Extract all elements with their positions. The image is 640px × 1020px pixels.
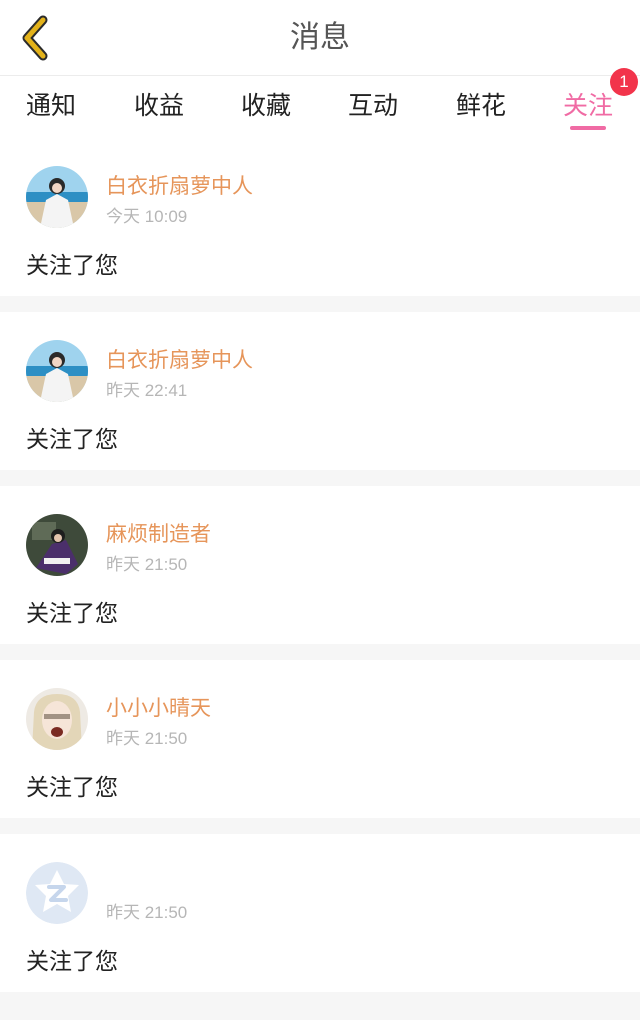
- timestamp: 昨天 21:50: [106, 729, 188, 748]
- tab-bar: 通知 收益 收藏 互动 鲜花 关注 1: [0, 68, 640, 138]
- user-name[interactable]: 麻烦制造者: [106, 518, 211, 548]
- timestamp: 今天 10:09: [106, 207, 188, 226]
- timestamp: 昨天 22:41: [106, 381, 188, 400]
- message-text: 关注了您: [26, 775, 118, 801]
- timestamp: 昨天 21:50: [106, 903, 188, 922]
- list-item[interactable]: 白衣折扇萝中人 今天 10:09 关注了您: [0, 138, 640, 296]
- unread-badge: 1: [610, 68, 638, 96]
- default-avatar-icon: [26, 862, 88, 924]
- tab-notifications[interactable]: 通知: [11, 86, 91, 122]
- tab-interactions[interactable]: 互动: [333, 86, 413, 122]
- list-item[interactable]: 昨天 21:50 关注了您: [0, 834, 640, 992]
- avatar[interactable]: [26, 688, 88, 750]
- user-name[interactable]: 白衣折扇萝中人: [106, 170, 253, 200]
- page-title: 消息: [290, 20, 350, 55]
- avatar[interactable]: [26, 514, 88, 576]
- timestamp: 昨天 21:50: [106, 555, 188, 574]
- top-bar: 消息: [0, 0, 640, 76]
- message-text: 关注了您: [26, 949, 118, 975]
- active-tab-indicator: [570, 126, 606, 130]
- message-text: 关注了您: [26, 253, 118, 279]
- list-item[interactable]: 白衣折扇萝中人 昨天 22:41 关注了您: [0, 312, 640, 470]
- tab-flowers[interactable]: 鲜花: [441, 86, 521, 122]
- tab-favorites[interactable]: 收藏: [226, 86, 306, 122]
- avatar[interactable]: [26, 862, 88, 924]
- tab-earnings[interactable]: 收益: [119, 86, 199, 122]
- message-text: 关注了您: [26, 601, 118, 627]
- list-item[interactable]: 麻烦制造者 昨天 21:50 关注了您: [0, 486, 640, 644]
- avatar[interactable]: [26, 340, 88, 402]
- list-item[interactable]: 小小小晴天 昨天 21:50 关注了您: [0, 660, 640, 818]
- user-name[interactable]: 白衣折扇萝中人: [106, 344, 253, 374]
- message-text: 关注了您: [26, 427, 118, 453]
- avatar[interactable]: [26, 166, 88, 228]
- user-name[interactable]: 小小小晴天: [106, 692, 211, 722]
